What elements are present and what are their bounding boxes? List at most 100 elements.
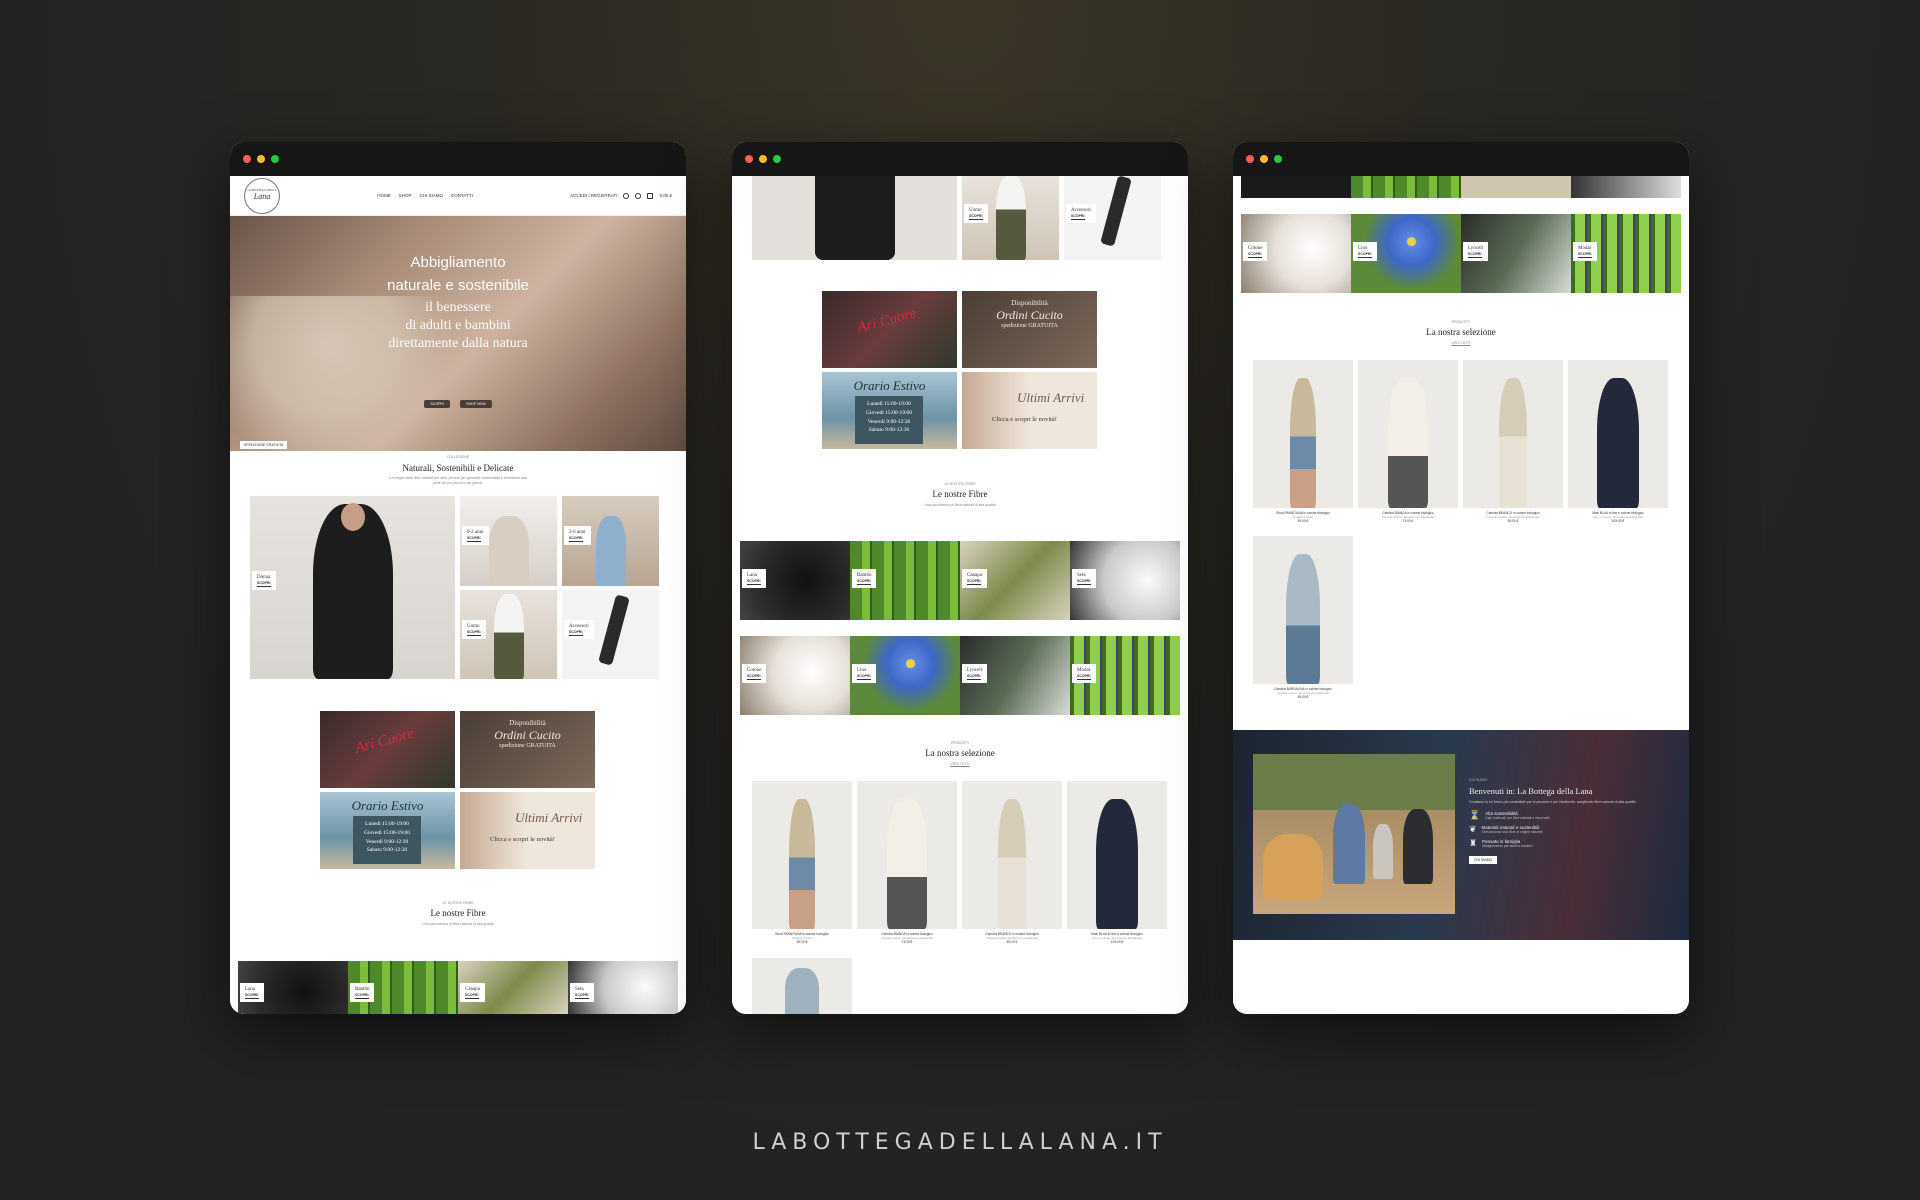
product-card[interactable]: Camicia BEANCO in cotone biologico Organi… [962, 781, 1062, 944]
product-card[interactable]: Camicia BIANCA in cotone biologico Organi… [857, 781, 957, 944]
category-donna[interactable]: Donna SCOPRI [250, 496, 455, 679]
fiber-lana[interactable] [1241, 176, 1351, 198]
product-image [1067, 781, 1167, 929]
category-label: Uomo SCOPRI [462, 620, 486, 639]
selection-link[interactable]: VEDI TUTTI [732, 762, 1188, 767]
category-uomo[interactable]: Uomo SCOPRI [460, 590, 557, 679]
fiber-modal[interactable]: Modal SCOPRI [1571, 214, 1681, 293]
fiber-seta[interactable] [1571, 176, 1681, 198]
child-image [595, 516, 626, 586]
nav-shop[interactable]: SHOP [399, 193, 412, 198]
fiber-lino[interactable]: Lino SCOPRI [1351, 214, 1461, 293]
category-accessori[interactable]: Accessori SCOPRI [562, 590, 659, 679]
nav-contatti[interactable]: CONTATTI [451, 193, 473, 198]
socks-image [598, 594, 630, 666]
fiber-seta[interactable]: Seta SCOPRI [1070, 541, 1180, 620]
fiber-lana[interactable]: Lana SCOPRI [740, 541, 850, 620]
selection-kicker: PRODOTTI [950, 741, 970, 745]
maximize-button[interactable] [271, 155, 279, 163]
product-card[interactable]: Maxi BLUA in lino e cotone biologico Lino… [1568, 360, 1668, 523]
product-card[interactable]: Maxi BLUA in lino e cotone biologico Lino… [1067, 781, 1167, 944]
feature-item: ⌛ Alta sostenibilità Capi realizzati con … [1469, 809, 1550, 820]
promo-sub: Clicca e scopri le novità! [490, 836, 555, 843]
category-label: 2-6 anni SCOPRI [564, 526, 591, 545]
product-image [857, 781, 957, 929]
fiber-lino[interactable]: Lino SCOPRI [850, 636, 960, 715]
fiber-canapa[interactable]: Canapa SCOPRI [458, 961, 568, 1014]
category-label: Donna SCOPRI [252, 571, 276, 590]
page-content: Uomo SCOPRI Accessori SCOPRI Ari Cuore Dis… [732, 176, 1188, 1014]
fiber-label: Lino SCOPRI [852, 664, 876, 683]
promo-title: Ultimi Arrivi [515, 810, 583, 825]
close-button[interactable] [1246, 155, 1254, 163]
fiber-lyocell[interactable]: Lyocell SCOPRI [960, 636, 1070, 715]
promo-title: Ari Cuore [855, 305, 918, 337]
promo-orario-estivo[interactable]: Orario Estivo Lunedì 15:00-19:00 Giovedì … [822, 372, 957, 449]
fiber-cotone[interactable]: Cotone SCOPRI [1241, 214, 1351, 293]
fibers-kicker: LE NOSTRE FIBRE [944, 482, 976, 486]
header-actions: ACCEDI / REGISTRATI 0,00 € [570, 192, 672, 199]
model-image [814, 176, 895, 260]
promo-ordini[interactable]: Disponibilità Ordini Cucito spedizione G… [460, 711, 595, 788]
fiber-lana[interactable]: Lana SCOPRI [238, 961, 348, 1014]
fiber-cotone[interactable]: Cotone SCOPRI [740, 636, 850, 715]
feature-item: ❦ Materiali naturali e sostenibili Selezi… [1469, 823, 1543, 834]
welcome-cta[interactable]: CHI SIAMO [1469, 855, 1498, 864]
product-card[interactable]: Short PANNOLINA in cotone biologico Organ… [1253, 360, 1353, 523]
close-button[interactable] [745, 155, 753, 163]
hero-line-5: direttamente dalla natura [388, 336, 528, 351]
promo-ari-cuore[interactable]: Ari Cuore [320, 711, 455, 788]
fiber-canapa[interactable] [1461, 176, 1571, 198]
cart-icon[interactable] [647, 192, 654, 199]
product-card[interactable]: Short PANNOLINA in cotone biologico Organ… [752, 781, 852, 944]
promo-ultimi-arrivi[interactable]: Ultimi Arrivi Clicca e scopri le novità! [962, 372, 1097, 449]
nav-home[interactable]: HOME [377, 193, 391, 198]
selection-link[interactable]: VEDI TUTTI [1233, 341, 1689, 346]
category-uomo[interactable]: Uomo SCOPRI [962, 176, 1059, 260]
product-image [1253, 360, 1353, 508]
nav-chi-siamo[interactable]: CHI SIAMO [419, 193, 443, 198]
product-image [1358, 360, 1458, 508]
fibers-title: Le nostre Fibre [430, 908, 486, 918]
product-card[interactable]: Camicia BIANCA in cotone biologico Organi… [1358, 360, 1458, 523]
fiber-seta[interactable]: Seta SCOPRI [568, 961, 678, 1014]
promo-ordini[interactable]: Disponibilità Ordini Cucito spedizione GRA… [962, 291, 1097, 368]
hero-cta-shop[interactable]: SHOP NOW [460, 400, 492, 408]
leaf-icon: ❦ [1469, 823, 1477, 834]
maximize-button[interactable] [1274, 155, 1282, 163]
promo-orario-estivo[interactable]: Orario Estivo Lunedì 15:00-19:00 Giovedì … [320, 792, 455, 869]
browser-window-1: LA BOTTEGA DELLA Lana HOME SHOP CHI SIAMO… [230, 142, 686, 1014]
category-donna[interactable] [752, 176, 957, 260]
product-card[interactable]: Camicia BARDALINA in cotone biologico Org… [1253, 536, 1353, 699]
hero-line-4: di adulti e bambini [405, 318, 511, 333]
selection-kicker: PRODOTTI [1451, 320, 1471, 324]
fiber-label: Bambù SCOPRI [350, 983, 375, 1002]
search-icon[interactable] [623, 192, 630, 199]
account-link[interactable]: ACCEDI / REGISTRATI [570, 193, 617, 198]
minimize-button[interactable] [1260, 155, 1268, 163]
product-card[interactable] [752, 958, 852, 1014]
fiber-label: Lana SCOPRI [742, 569, 766, 588]
hero-cta-scopri[interactable]: SCOPRI [424, 400, 450, 408]
product-card[interactable]: Camicia BEANCO in cotone biologico Organi… [1463, 360, 1563, 523]
fiber-bambu[interactable]: Bambù SCOPRI [850, 541, 960, 620]
fiber-canapa[interactable]: Canapa SCOPRI [960, 541, 1070, 620]
fiber-bambu[interactable] [1351, 176, 1461, 198]
fiber-label: Canapa SCOPRI [962, 569, 987, 588]
minimize-button[interactable] [759, 155, 767, 163]
fiber-label: Canapa SCOPRI [460, 983, 485, 1002]
minimize-button[interactable] [257, 155, 265, 163]
fiber-bambu[interactable]: Bambù SCOPRI [348, 961, 458, 1014]
maximize-button[interactable] [773, 155, 781, 163]
site-logo[interactable]: LA BOTTEGA DELLA Lana [244, 177, 280, 214]
fiber-lyocell[interactable]: Lyocell SCOPRI [1461, 214, 1571, 293]
promo-ari-cuore[interactable]: Ari Cuore [822, 291, 957, 368]
section-desc: La meglio delle fibre naturali per abiti… [389, 475, 527, 485]
category-2-6[interactable]: 2-6 anni SCOPRI [562, 496, 659, 586]
category-accessori[interactable]: Accessori SCOPRI [1064, 176, 1161, 260]
fiber-modal[interactable]: Modal SCOPRI [1070, 636, 1180, 715]
category-0-2[interactable]: 0-2 anni SCOPRI [460, 496, 557, 586]
heart-icon[interactable] [635, 192, 642, 199]
close-button[interactable] [243, 155, 251, 163]
promo-ultimi-arrivi[interactable]: Ultimi Arrivi Clicca e scopri le novità! [460, 792, 595, 869]
